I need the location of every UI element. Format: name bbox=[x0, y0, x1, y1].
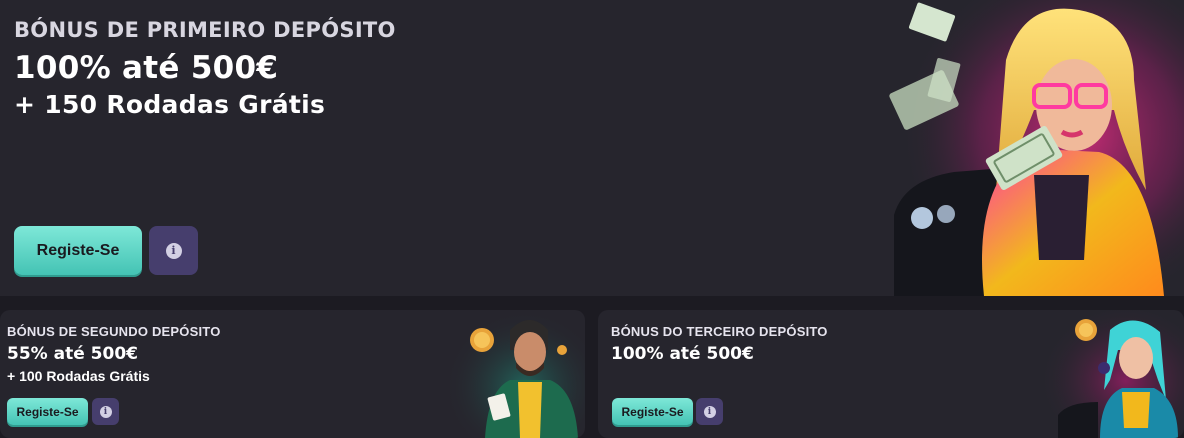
card-bonus-amount: 100% até 500€ bbox=[611, 344, 754, 364]
hero-text-block: BÓNUS DE PRIMEIRO DEPÓSITO 100% até 500€… bbox=[14, 18, 396, 119]
hero-info-button[interactable]: i bbox=[149, 226, 198, 275]
card-bonus-title: BÓNUS DO TERCEIRO DEPÓSITO bbox=[611, 324, 828, 339]
second-deposit-register-button[interactable]: Registe-Se bbox=[7, 398, 88, 425]
female-character-illustration bbox=[1038, 310, 1184, 438]
hero-register-button[interactable]: Registe-Se bbox=[14, 226, 142, 275]
hero-character-illustration bbox=[884, 0, 1184, 296]
second-deposit-card: BÓNUS DE SEGUNDO DEPÓSITO 55% até 500€ +… bbox=[0, 310, 585, 438]
card-bonus-title: BÓNUS DE SEGUNDO DEPÓSITO bbox=[7, 324, 221, 339]
first-deposit-banner: BÓNUS DE PRIMEIRO DEPÓSITO 100% até 500€… bbox=[0, 0, 1184, 296]
third-deposit-card: BÓNUS DO TERCEIRO DEPÓSITO 100% até 500€… bbox=[598, 310, 1184, 438]
card-text-block: BÓNUS DO TERCEIRO DEPÓSITO 100% até 500€ bbox=[611, 324, 828, 364]
male-character-illustration bbox=[450, 310, 585, 438]
second-deposit-info-button[interactable]: i bbox=[92, 398, 119, 425]
card-text-block: BÓNUS DE SEGUNDO DEPÓSITO 55% até 500€ +… bbox=[7, 324, 221, 384]
hero-bonus-title: BÓNUS DE PRIMEIRO DEPÓSITO bbox=[14, 18, 396, 42]
third-deposit-register-button[interactable]: Registe-Se bbox=[612, 398, 693, 425]
card-free-spins: + 100 Rodadas Grátis bbox=[7, 368, 150, 384]
third-deposit-info-button[interactable]: i bbox=[696, 398, 723, 425]
info-circle-icon: i bbox=[99, 405, 112, 418]
hero-bonus-amount: 100% até 500€ bbox=[14, 50, 279, 86]
info-circle-icon: i bbox=[703, 405, 716, 418]
info-circle-icon: i bbox=[165, 242, 182, 259]
hero-free-spins: + 150 Rodadas Grátis bbox=[14, 90, 326, 119]
card-bonus-amount: 55% até 500€ bbox=[7, 344, 138, 364]
